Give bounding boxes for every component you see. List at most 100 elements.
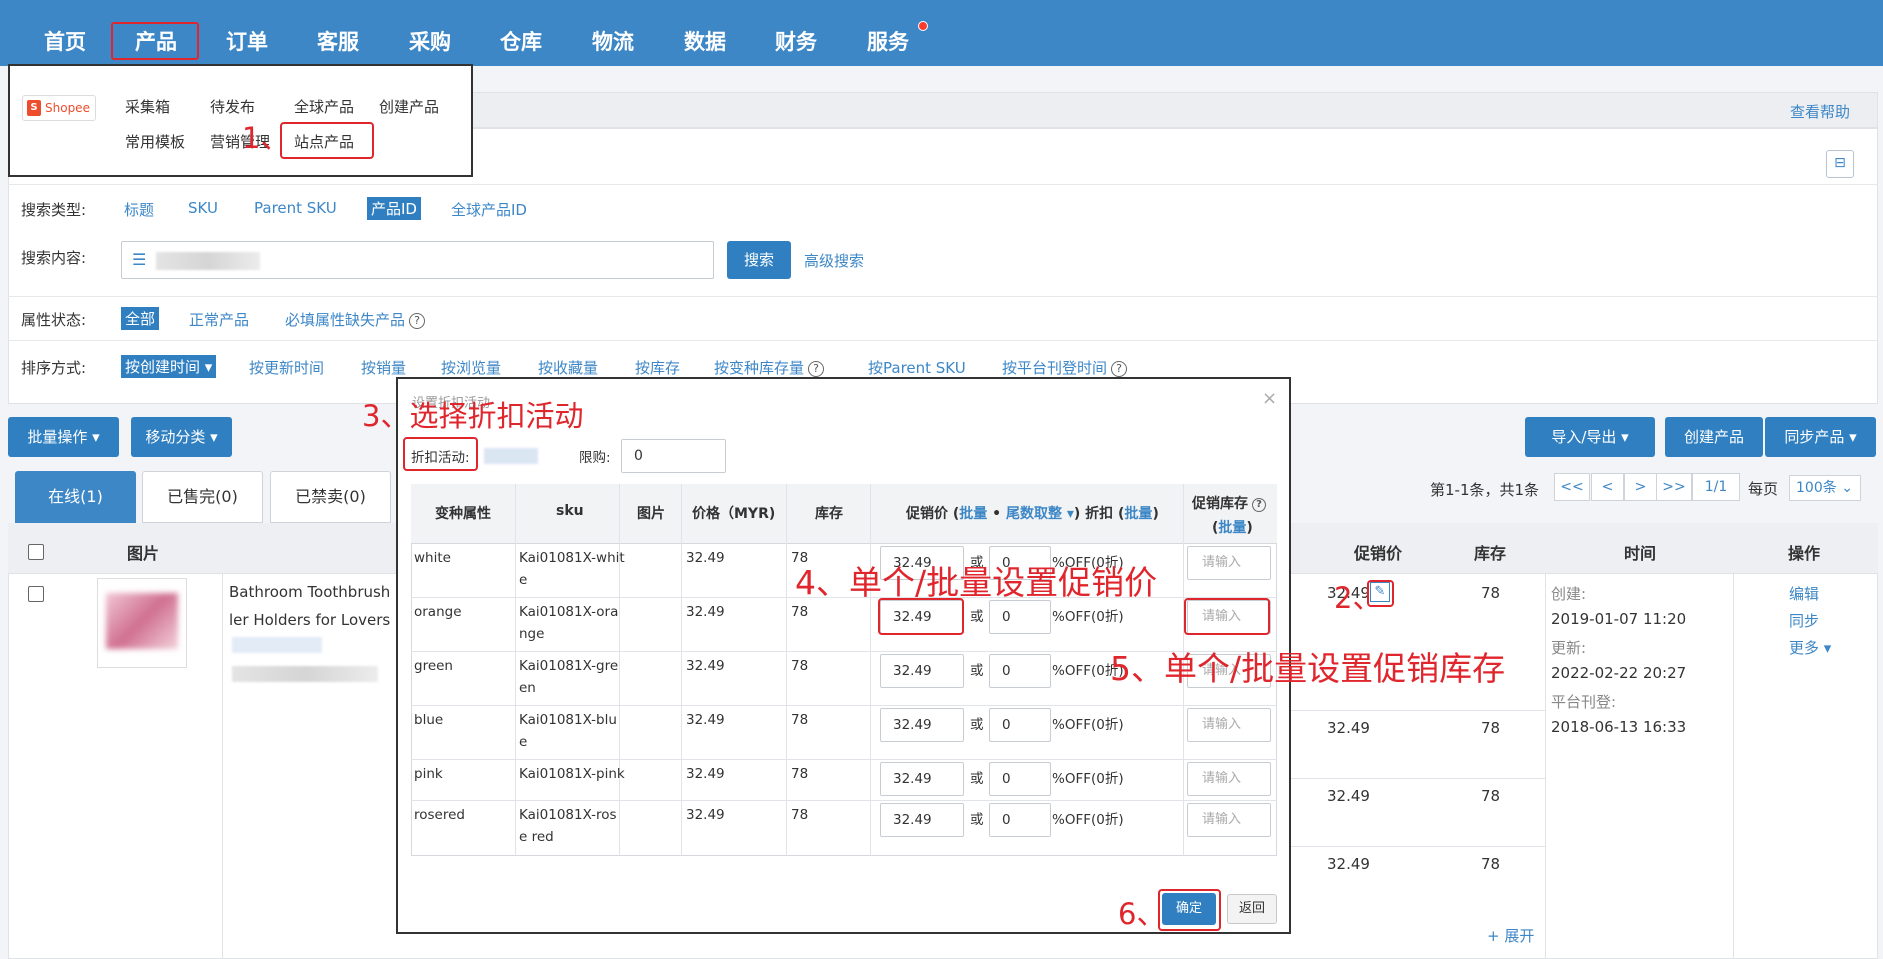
back-button[interactable]: 返回 xyxy=(1227,894,1277,924)
help-link[interactable]: 查看帮助 xyxy=(1790,101,1850,122)
nav-data[interactable]: 数据 xyxy=(684,26,726,56)
menu-pending[interactable]: 待发布 xyxy=(210,96,255,117)
listed-label: 平台刊登: xyxy=(1551,693,1617,711)
next-page-button[interactable]: > xyxy=(1624,473,1657,501)
stock-cell: 78 xyxy=(1481,719,1501,737)
menu-create-product[interactable]: 创建产品 xyxy=(379,96,439,117)
discount-input[interactable]: 0 xyxy=(989,600,1051,634)
price-cell: 32.49 xyxy=(686,658,725,674)
bulk-stock-link[interactable]: 批量 xyxy=(1218,520,1246,536)
nav-customer-service[interactable]: 客服 xyxy=(317,26,359,56)
nav-home[interactable]: 首页 xyxy=(44,26,86,56)
per-page-select[interactable]: 100条 ⌄ xyxy=(1789,475,1861,501)
search-type-sku[interactable]: SKU xyxy=(188,199,218,217)
per-page-label: 每页 xyxy=(1748,480,1779,498)
collapse-icon[interactable]: ⊟ xyxy=(1826,150,1854,178)
limit-input[interactable]: 0 xyxy=(621,439,726,473)
activity-select[interactable] xyxy=(484,448,538,464)
attr-missing[interactable]: 必填属性缺失产品? xyxy=(285,309,426,330)
nav-finance[interactable]: 财务 xyxy=(775,26,817,56)
search-type-parent-sku[interactable]: Parent SKU xyxy=(254,199,337,217)
variant-cell: pink xyxy=(414,766,443,782)
promo-stock-input[interactable]: 请输入 xyxy=(1187,803,1271,837)
sync-products-button[interactable]: 同步产品 xyxy=(1765,417,1876,457)
nav-services[interactable]: 服务 xyxy=(867,26,909,56)
move-category-button[interactable]: 移动分类 xyxy=(131,417,232,457)
nav-purchasing[interactable]: 采购 xyxy=(409,26,451,56)
search-type-product-id[interactable]: 产品ID xyxy=(367,197,421,220)
product-thumbnail[interactable] xyxy=(97,578,187,668)
promo-stock-input[interactable]: 请输入 xyxy=(1187,546,1271,580)
product-title-line2[interactable]: ler Holders for Lovers xyxy=(229,611,390,629)
promo-price-input[interactable]: 32.49 xyxy=(880,708,964,742)
sku-cell: Kai01081X-pink xyxy=(519,766,625,782)
menu-templates[interactable]: 常用模板 xyxy=(125,131,185,152)
product-title-line1[interactable]: Bathroom Toothbrush H xyxy=(229,583,406,601)
sort-updated[interactable]: 按更新时间 xyxy=(249,357,324,378)
menu-global-products[interactable]: 全球产品 xyxy=(294,96,354,117)
attr-normal[interactable]: 正常产品 xyxy=(189,309,249,330)
sort-created[interactable]: 按创建时间 ▾ xyxy=(121,355,217,378)
import-export-button[interactable]: 导入/导出 xyxy=(1525,417,1655,457)
close-icon[interactable]: × xyxy=(1262,388,1277,409)
search-type-global-id[interactable]: 全球产品ID xyxy=(451,199,527,220)
search-button[interactable]: 搜索 xyxy=(727,241,791,279)
sku-cell-cont: e xyxy=(519,572,528,588)
promo-price-cell: 32.49 xyxy=(1327,855,1370,873)
discount-input[interactable]: 0 xyxy=(989,708,1051,742)
menu-collection-box[interactable]: 采集箱 xyxy=(125,96,170,117)
stock-cell: 78 xyxy=(791,604,809,620)
nav-orders[interactable]: 订单 xyxy=(226,26,268,56)
sort-sales[interactable]: 按销量 xyxy=(361,357,406,378)
stock-cell: 78 xyxy=(1481,584,1501,602)
sort-stock[interactable]: 按库存 xyxy=(635,357,680,378)
row-checkbox[interactable] xyxy=(28,586,44,602)
created-label: 创建: xyxy=(1551,585,1587,603)
sync-link[interactable]: 同步 xyxy=(1789,610,1819,631)
top-nav xyxy=(0,0,1883,66)
advanced-search-link[interactable]: 高级搜索 xyxy=(804,250,864,271)
sort-views[interactable]: 按浏览量 xyxy=(441,357,501,378)
more-link[interactable]: 更多 ▾ xyxy=(1789,637,1831,658)
sort-variant-stock[interactable]: 按变种库存量? xyxy=(714,357,825,378)
tab-online[interactable]: 在线(1) xyxy=(15,471,136,523)
tab-banned[interactable]: 已禁卖(0) xyxy=(270,471,391,523)
help-icon: ? xyxy=(1111,361,1128,377)
discount-input[interactable]: 0 xyxy=(989,762,1051,796)
bulk-price-link[interactable]: 批量 xyxy=(959,506,987,522)
bulk-actions-button[interactable]: 批量操作 xyxy=(8,417,119,457)
nav-warehouse[interactable]: 仓库 xyxy=(500,26,542,56)
promo-price-input[interactable]: 32.49 xyxy=(880,803,964,837)
last-page-button[interactable]: >> xyxy=(1656,473,1692,501)
search-input[interactable]: ☰ xyxy=(121,241,714,279)
sort-label: 排序方式: xyxy=(21,359,87,377)
first-page-button[interactable]: << xyxy=(1554,473,1590,501)
or-label: 或 xyxy=(970,717,984,733)
sort-favorites[interactable]: 按收藏量 xyxy=(538,357,598,378)
variant-cell: green xyxy=(414,658,453,674)
stock-cell: 78 xyxy=(791,766,809,782)
sku-cell: Kai01081X-ros xyxy=(519,807,617,823)
promo-price-input[interactable]: 32.49 xyxy=(880,654,964,688)
shopee-logo[interactable]: S Shopee xyxy=(22,95,96,121)
discount-input[interactable]: 0 xyxy=(989,654,1051,688)
edit-link[interactable]: 编辑 xyxy=(1789,583,1819,604)
tab-sold-out[interactable]: 已售完(0) xyxy=(142,471,263,523)
prev-page-button[interactable]: < xyxy=(1591,473,1624,501)
price-cell: 32.49 xyxy=(686,712,725,728)
search-type-title[interactable]: 标题 xyxy=(124,199,154,220)
nav-logistics[interactable]: 物流 xyxy=(592,26,634,56)
discount-input[interactable]: 0 xyxy=(989,803,1051,837)
expand-link[interactable]: + 展开 xyxy=(1487,925,1534,946)
select-all-checkbox[interactable] xyxy=(28,544,44,560)
rounding-dropdown[interactable]: 尾数取整 ▾ xyxy=(1006,506,1074,522)
promo-price-input[interactable]: 32.49 xyxy=(880,762,964,796)
sort-listing-time[interactable]: 按平台刊登时间? xyxy=(1002,357,1128,378)
bulk-discount-link[interactable]: 批量 xyxy=(1124,506,1152,522)
promo-stock-input[interactable]: 请输入 xyxy=(1187,762,1271,796)
sort-parent-sku[interactable]: 按Parent SKU xyxy=(868,357,966,378)
promo-stock-input[interactable]: 请输入 xyxy=(1187,708,1271,742)
create-product-button[interactable]: 创建产品 xyxy=(1665,417,1763,457)
attr-all[interactable]: 全部 xyxy=(121,307,160,330)
col-promo-stock: 促销库存? xyxy=(1192,493,1266,513)
